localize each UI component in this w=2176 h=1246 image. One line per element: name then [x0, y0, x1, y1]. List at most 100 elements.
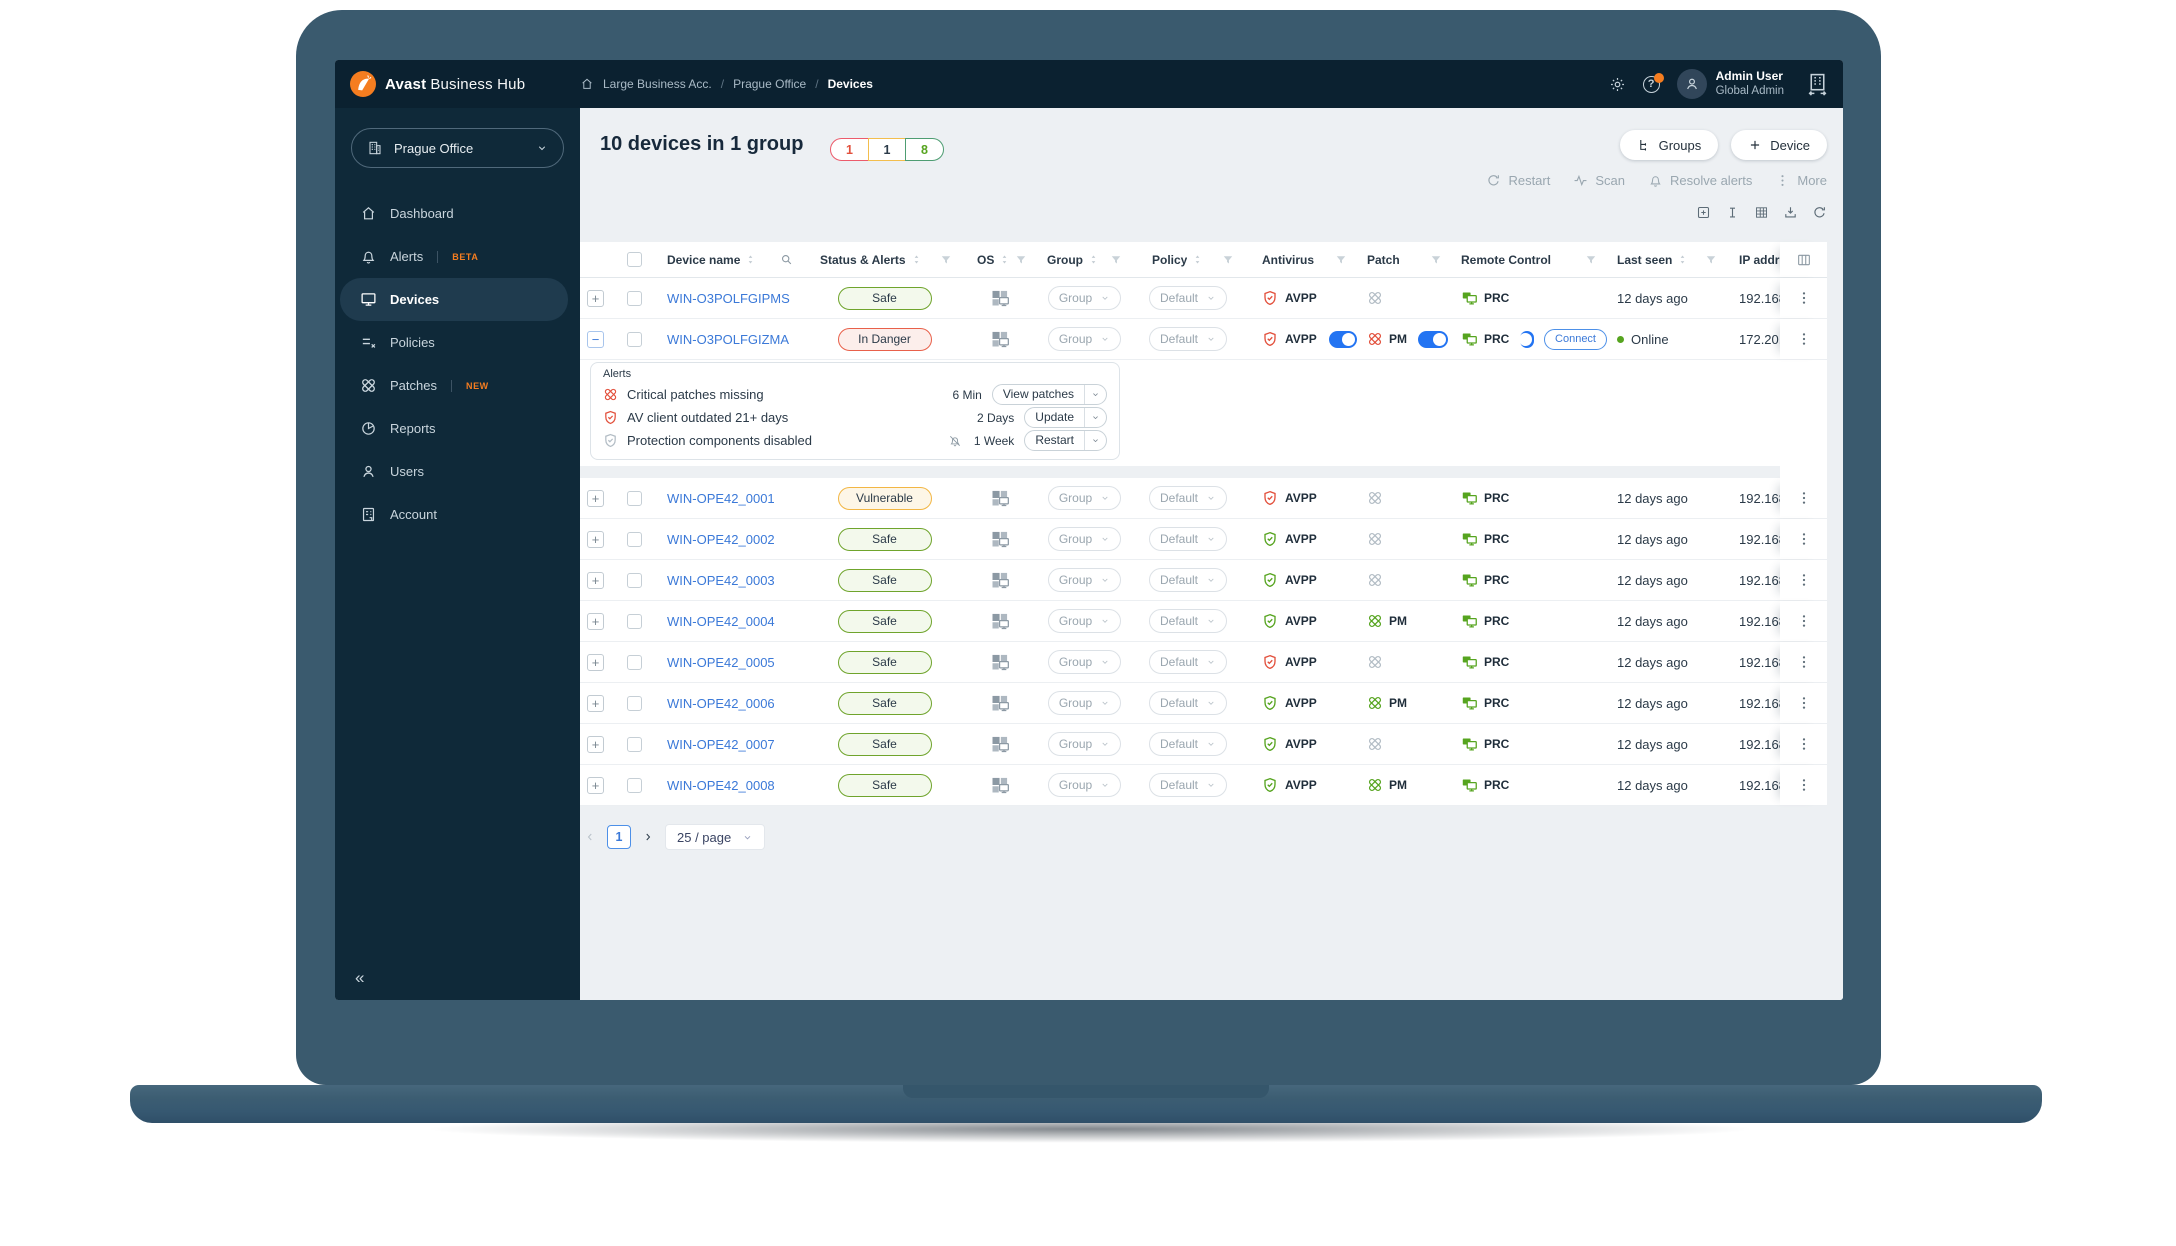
row-menu-icon[interactable] — [1796, 331, 1812, 347]
row-height-icon[interactable] — [1725, 205, 1740, 220]
row-checkbox[interactable] — [627, 490, 642, 506]
device-name-link[interactable]: WIN-OPE42_0005 — [657, 655, 775, 670]
row-menu-icon[interactable] — [1796, 490, 1812, 506]
resolve-alerts-action[interactable]: Resolve alerts — [1648, 173, 1752, 188]
site-selector[interactable]: Prague Office — [351, 128, 564, 168]
group-dropdown[interactable]: Group — [1047, 527, 1122, 551]
device-name-link[interactable]: WIN-OPE42_0004 — [657, 614, 775, 629]
row-menu-icon[interactable] — [1796, 613, 1812, 629]
policy-dropdown[interactable]: Default — [1148, 486, 1228, 510]
scan-action[interactable]: Scan — [1573, 173, 1625, 188]
row-checkbox[interactable] — [627, 654, 642, 670]
group-dropdown[interactable]: Group — [1047, 286, 1122, 310]
row-checkbox[interactable] — [627, 736, 642, 752]
policy-dropdown[interactable]: Default — [1148, 327, 1228, 351]
policy-dropdown[interactable]: Default — [1148, 527, 1228, 551]
row-menu-icon[interactable] — [1796, 654, 1812, 670]
filter-icon[interactable] — [1222, 254, 1234, 266]
count-badge-warning[interactable]: 1 — [867, 138, 907, 161]
filter-icon[interactable] — [940, 254, 952, 266]
row-menu-icon[interactable] — [1796, 777, 1812, 793]
add-device-button[interactable]: Device — [1731, 130, 1827, 160]
table-density-icon[interactable] — [1754, 205, 1769, 220]
column-picker-icon[interactable] — [1796, 252, 1812, 268]
expand-row-button[interactable]: + — [587, 489, 604, 507]
alert-action-restart[interactable]: Restart — [1024, 430, 1107, 451]
row-checkbox[interactable] — [627, 613, 642, 629]
antivirus-toggle[interactable] — [1328, 330, 1357, 348]
policy-dropdown[interactable]: Default — [1148, 732, 1228, 756]
remote-control-toggle[interactable] — [1519, 330, 1535, 348]
sidebar-item-patches[interactable]: Patches NEW — [340, 364, 568, 407]
policy-dropdown[interactable]: Default — [1148, 773, 1228, 797]
alert-action-chevron[interactable] — [1085, 390, 1106, 399]
page-size-select[interactable]: 25 / page — [665, 824, 766, 850]
device-name-link[interactable]: WIN-OPE42_0003 — [657, 573, 775, 588]
company-switcher-icon[interactable] — [1805, 72, 1830, 97]
policy-dropdown[interactable]: Default — [1148, 286, 1228, 310]
groups-button[interactable]: Groups — [1619, 130, 1719, 160]
select-all-checkbox[interactable] — [627, 252, 642, 267]
group-dropdown[interactable]: Group — [1047, 773, 1122, 797]
sort-icon[interactable] — [1192, 254, 1203, 265]
sidebar-item-users[interactable]: Users — [340, 450, 568, 493]
policy-dropdown[interactable]: Default — [1148, 568, 1228, 592]
sidebar-item-policies[interactable]: Policies — [340, 321, 568, 364]
row-checkbox[interactable] — [627, 290, 642, 306]
device-name-link[interactable]: WIN-OPE42_0006 — [657, 696, 775, 711]
row-checkbox[interactable] — [627, 777, 642, 793]
reload-icon[interactable] — [1812, 205, 1827, 220]
help-button[interactable]: ? — [1642, 72, 1664, 93]
policy-dropdown[interactable]: Default — [1148, 691, 1228, 715]
count-badge-danger[interactable]: 1 — [830, 138, 869, 161]
group-dropdown[interactable]: Group — [1047, 691, 1122, 715]
policy-dropdown[interactable]: Default — [1148, 609, 1228, 633]
filter-icon[interactable] — [1110, 254, 1122, 266]
filter-icon[interactable] — [1335, 254, 1347, 266]
filter-icon[interactable] — [1585, 254, 1597, 266]
restart-action[interactable]: Restart — [1486, 173, 1550, 188]
alert-action-view-patches[interactable]: View patches — [991, 384, 1107, 405]
expand-row-button[interactable]: + — [587, 694, 604, 712]
group-dropdown[interactable]: Group — [1047, 732, 1122, 756]
expand-row-button[interactable]: + — [587, 612, 604, 630]
sort-icon[interactable] — [911, 254, 922, 265]
sidebar-item-account[interactable]: Account — [340, 493, 568, 536]
expand-row-button[interactable]: + — [587, 289, 604, 307]
breadcrumb-item-prague-office[interactable]: Prague Office — [733, 77, 806, 91]
group-dropdown[interactable]: Group — [1047, 650, 1122, 674]
filter-icon[interactable] — [1430, 254, 1442, 266]
device-name-link[interactable]: WIN-OPE42_0002 — [657, 532, 775, 547]
sidebar-item-reports[interactable]: Reports — [340, 407, 568, 450]
device-name-link[interactable]: WIN-O3POLFGIZMA — [657, 332, 789, 347]
row-menu-icon[interactable] — [1796, 695, 1812, 711]
expand-row-button[interactable]: + — [587, 530, 604, 548]
home-icon[interactable] — [580, 77, 594, 91]
sort-icon[interactable] — [745, 254, 756, 265]
device-name-link[interactable]: WIN-OPE42_0008 — [657, 778, 775, 793]
export-icon[interactable] — [1783, 205, 1798, 220]
row-menu-icon[interactable] — [1796, 736, 1812, 752]
row-checkbox[interactable] — [627, 572, 642, 588]
expand-all-icon[interactable] — [1696, 205, 1711, 220]
sidebar-item-dashboard[interactable]: Dashboard — [340, 192, 568, 235]
expand-row-button[interactable]: + — [587, 735, 604, 753]
alert-action-chevron[interactable] — [1085, 413, 1106, 422]
prev-page-button[interactable] — [584, 831, 596, 843]
gear-icon[interactable] — [1609, 76, 1626, 93]
sidebar-collapse-button[interactable]: « — [355, 968, 364, 988]
group-dropdown[interactable]: Group — [1047, 327, 1122, 351]
device-name-link[interactable]: WIN-OPE42_0007 — [657, 737, 775, 752]
filter-icon[interactable] — [1705, 254, 1717, 266]
group-dropdown[interactable]: Group — [1047, 486, 1122, 510]
sort-icon[interactable] — [1677, 254, 1688, 265]
policy-dropdown[interactable]: Default — [1148, 650, 1228, 674]
breadcrumb-item-large-business-acc-[interactable]: Large Business Acc. — [603, 77, 712, 91]
user-menu[interactable]: Admin User Global Admin — [1676, 69, 1784, 100]
count-badge-safe[interactable]: 8 — [905, 138, 944, 161]
more-action[interactable]: More — [1775, 173, 1827, 188]
row-menu-icon[interactable] — [1796, 572, 1812, 588]
connect-button[interactable]: Connect — [1544, 328, 1607, 350]
row-checkbox[interactable] — [627, 531, 642, 547]
expand-row-button[interactable]: + — [587, 776, 604, 794]
